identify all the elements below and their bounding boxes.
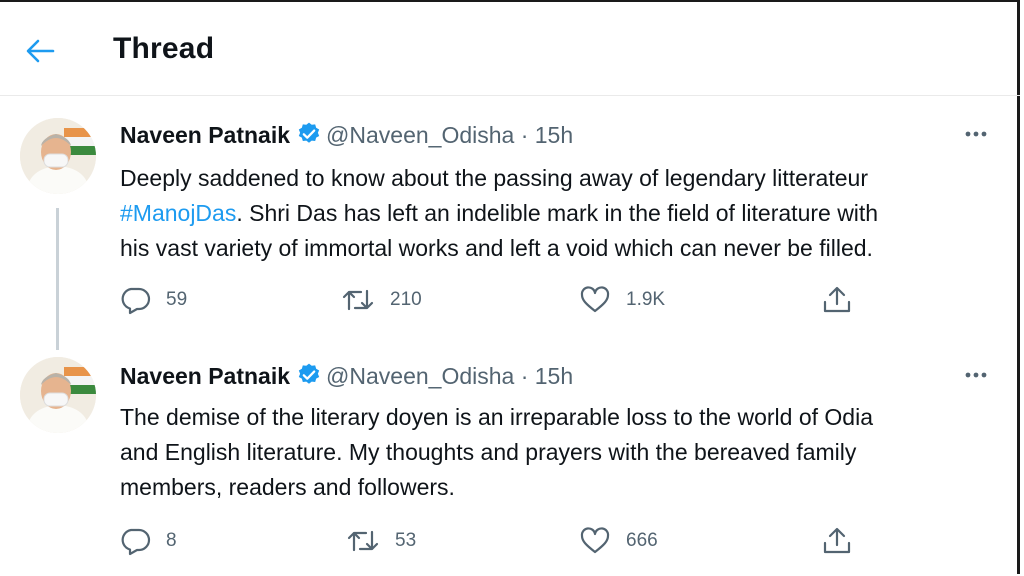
reply-button[interactable]: 59 xyxy=(118,285,187,315)
tweet-text-line: The demise of the literary doyen is an i… xyxy=(120,404,873,430)
retweet-button[interactable]: 210 xyxy=(340,285,422,315)
author-name[interactable]: Naveen Patnaik xyxy=(120,363,290,389)
reply-count: 8 xyxy=(166,530,177,551)
verified-badge-icon xyxy=(296,121,322,153)
share-icon xyxy=(823,527,851,554)
tweet-text-line: Deeply saddened to know about the passin… xyxy=(120,165,868,191)
tweet-text-line: and English literature. My thoughts and … xyxy=(120,439,857,465)
page-title: Thread xyxy=(113,32,215,65)
author-handle[interactable]: @Naveen_Odisha xyxy=(326,363,514,389)
tweet-timestamp[interactable]: · 15h xyxy=(521,122,573,148)
avatar[interactable] xyxy=(20,118,96,194)
hashtag-link[interactable]: #ManojDas xyxy=(120,200,236,226)
retweet-icon xyxy=(342,289,374,311)
share-button[interactable] xyxy=(820,526,854,556)
reply-icon xyxy=(121,528,151,556)
thread-header: Thread xyxy=(0,2,1020,96)
tweet-text: The demise of the literary doyen is an i… xyxy=(120,400,990,505)
tweet-text-line: members, readers and followers. xyxy=(120,474,455,500)
author-handle[interactable]: @Naveen_Odisha xyxy=(326,122,514,148)
like-button[interactable]: 666 xyxy=(578,526,658,556)
profile-photo xyxy=(20,357,96,433)
like-count: 1.9K xyxy=(626,289,666,310)
profile-photo xyxy=(20,118,96,194)
tweet-text: Deeply saddened to know about the passin… xyxy=(120,161,990,266)
share-icon xyxy=(823,286,851,313)
back-button[interactable] xyxy=(22,33,58,69)
avatar[interactable] xyxy=(20,357,96,433)
more-options-button[interactable] xyxy=(958,122,994,146)
more-dots-icon xyxy=(965,131,987,137)
like-count: 666 xyxy=(626,530,658,551)
tweet-text-line: #ManojDas. Shri Das has left an indelibl… xyxy=(120,196,990,231)
reply-count: 59 xyxy=(166,289,188,310)
tweet-header: Naveen Patnaik @Naveen_Odisha · 15h xyxy=(120,362,573,394)
reply-icon xyxy=(121,287,151,315)
tweet-text-segment: . Shri Das has left an indelible mark in… xyxy=(236,200,879,226)
thread-connector-line xyxy=(56,208,59,350)
retweet-button[interactable]: 53 xyxy=(345,526,416,556)
tweet-timestamp[interactable]: · 15h xyxy=(521,363,573,389)
tweet-text-line: his vast variety of immortal works and l… xyxy=(120,235,873,261)
like-button[interactable]: 1.9K xyxy=(578,285,665,315)
share-button[interactable] xyxy=(820,285,854,315)
tweet-header: Naveen Patnaik @Naveen_Odisha · 15h xyxy=(120,121,573,153)
heart-icon xyxy=(580,527,610,554)
more-dots-icon xyxy=(965,372,987,378)
more-options-button[interactable] xyxy=(958,363,994,387)
retweet-count: 53 xyxy=(395,530,417,551)
retweet-icon xyxy=(347,530,379,552)
heart-icon xyxy=(580,286,610,313)
author-name[interactable]: Naveen Patnaik xyxy=(120,122,290,148)
arrow-left-icon xyxy=(26,39,55,63)
reply-button[interactable]: 8 xyxy=(118,526,177,556)
verified-badge-icon xyxy=(296,362,322,394)
retweet-count: 210 xyxy=(390,289,422,310)
